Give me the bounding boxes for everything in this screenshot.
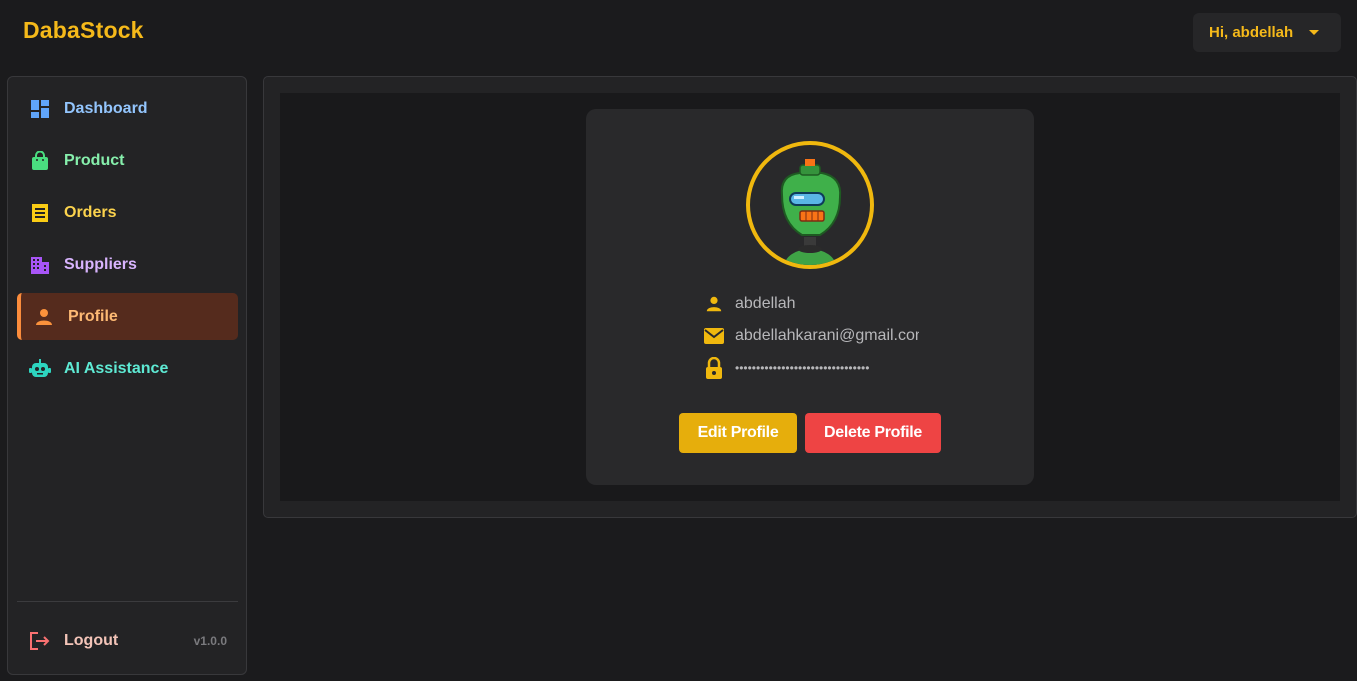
sidebar-item-profile[interactable]: Profile [17, 293, 238, 340]
person-icon [33, 306, 55, 328]
sidebar-item-product[interactable]: Product [17, 137, 238, 184]
robot-icon [29, 358, 51, 380]
user-greeting: Hi, abdellah [1209, 24, 1294, 41]
sidebar: Dashboard Product Orders Suppliers Profi… [7, 76, 247, 675]
sidebar-divider [17, 601, 238, 602]
sidebar-item-dashboard[interactable]: Dashboard [17, 85, 238, 132]
lock-icon [703, 357, 725, 379]
sidebar-item-suppliers[interactable]: Suppliers [17, 241, 238, 288]
profile-card: abdellah abdellahkarani@gmail.com ••••••… [586, 109, 1034, 485]
password-value: •••••••••••••••••••••••••••••••• [735, 361, 870, 375]
user-menu-button[interactable]: Hi, abdellah [1193, 13, 1341, 52]
edit-profile-button[interactable]: Edit Profile [679, 413, 797, 453]
shopping-bag-icon [29, 150, 51, 172]
sidebar-item-label: Product [64, 151, 125, 169]
robot-avatar-image [780, 159, 842, 265]
sidebar-item-label: Suppliers [64, 255, 137, 273]
building-icon [29, 254, 51, 276]
mail-icon [703, 325, 725, 347]
password-row: •••••••••••••••••••••••••••••••• [703, 356, 923, 380]
delete-profile-button[interactable]: Delete Profile [805, 413, 941, 453]
sidebar-item-label: Dashboard [64, 99, 148, 117]
avatar [746, 141, 874, 269]
email-row: abdellahkarani@gmail.com [703, 324, 923, 348]
username-value: abdellah [735, 295, 796, 312]
email-value: abdellahkarani@gmail.com [735, 327, 919, 344]
main-panel: abdellah abdellahkarani@gmail.com ••••••… [263, 76, 1357, 518]
dashboard-icon [29, 98, 51, 120]
sidebar-item-label: AI Assistance [64, 359, 169, 377]
receipt-icon [29, 202, 51, 224]
sidebar-item-label: Profile [68, 307, 118, 325]
logout-label: Logout [64, 632, 119, 649]
person-icon [703, 293, 725, 315]
chevron-down-icon [1309, 30, 1319, 35]
username-row: abdellah [703, 292, 923, 316]
logout-icon [29, 630, 51, 652]
sidebar-item-orders[interactable]: Orders [17, 189, 238, 236]
profile-container: abdellah abdellahkarani@gmail.com ••••••… [280, 93, 1340, 501]
sidebar-item-label: Orders [64, 203, 117, 221]
version-label: v1.0.0 [193, 634, 227, 648]
top-bar: DabaStock Hi, abdellah [0, 0, 1357, 64]
app-logo-title[interactable]: DabaStock [23, 17, 144, 44]
sidebar-item-ai-assistance[interactable]: AI Assistance [17, 345, 238, 392]
